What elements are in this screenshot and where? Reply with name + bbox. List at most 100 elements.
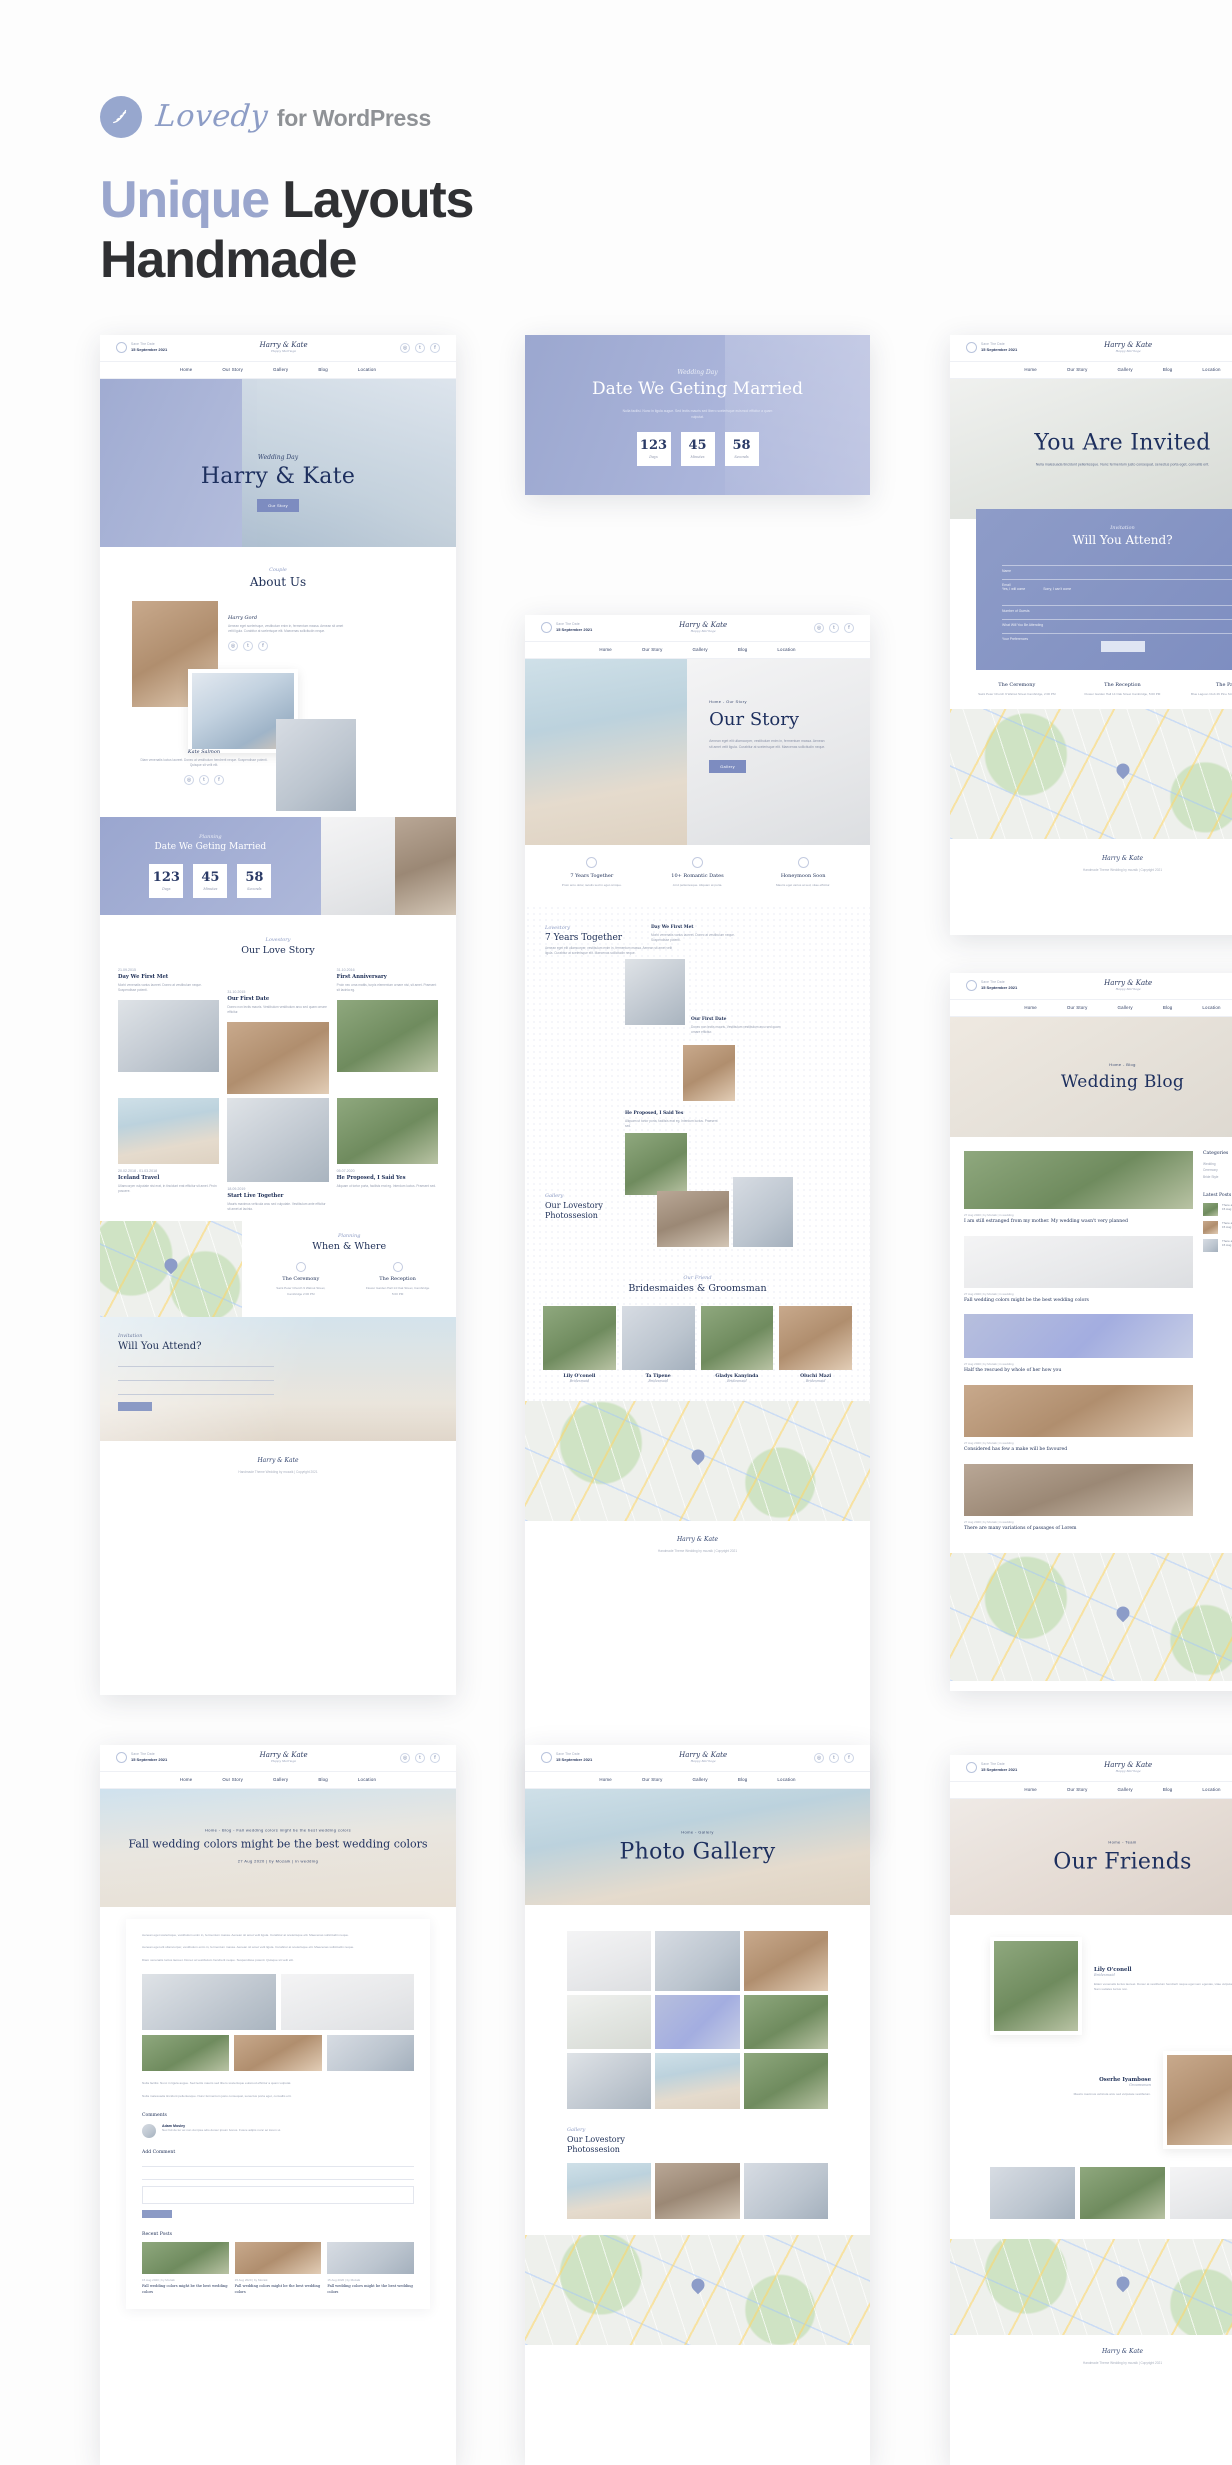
friend-card[interactable]: Oluchi Mazi Bridesmaid bbox=[779, 1305, 852, 1383]
nav-item-blog[interactable]: Blog bbox=[1163, 367, 1173, 372]
mockup-blog-post-page[interactable]: Save The Date 15 September 2021 Harry & … bbox=[100, 1744, 456, 2465]
attend-email-field[interactable] bbox=[118, 1374, 275, 1381]
nav-item-location[interactable]: Location bbox=[1202, 1005, 1220, 1010]
instagram-icon[interactable]: ◎ bbox=[400, 342, 410, 353]
comment-submit-button[interactable] bbox=[142, 2210, 172, 2219]
post-title[interactable]: Fall wedding colors might be the best we… bbox=[964, 1298, 1193, 1305]
location-map[interactable] bbox=[950, 1553, 1232, 1682]
instagram-icon[interactable]: ◎ bbox=[814, 622, 824, 633]
nav-item-our-story[interactable]: Our Story bbox=[642, 1777, 663, 1782]
main-nav[interactable]: Home Our Story Gallery Blog Location bbox=[100, 1770, 456, 1789]
nav-item-home[interactable]: Home bbox=[1024, 1787, 1037, 1792]
nav-item-home[interactable]: Home bbox=[599, 647, 612, 652]
facebook-icon[interactable]: f bbox=[430, 1752, 440, 1763]
recent-title[interactable]: Fall wedding colors might be the best we… bbox=[235, 2284, 322, 2295]
breadcrumb[interactable]: Home - Team bbox=[950, 1839, 1232, 1844]
friend-card[interactable]: Lily O'conell Bridesmaid bbox=[543, 1305, 616, 1383]
nav-item-location[interactable]: Location bbox=[777, 647, 795, 652]
mockup-invitation-page[interactable]: Save The Date 15 September 2021 Harry & … bbox=[950, 334, 1232, 935]
nav-item-location[interactable]: Location bbox=[358, 1777, 376, 1782]
rsvp-events-field[interactable]: What Will You Be Attending bbox=[1002, 613, 1232, 627]
gallery-button[interactable]: Gallery bbox=[709, 759, 746, 773]
nav-item-location[interactable]: Location bbox=[777, 1777, 795, 1782]
friend-card[interactable]: Ta Tipene Bridesmaid bbox=[621, 1305, 695, 1383]
recent-post[interactable]: 15 Aug 2020 | by Mozaik Fall wedding col… bbox=[234, 2242, 322, 2295]
rsvp-name-field[interactable]: Name bbox=[1002, 559, 1232, 573]
comment-email-field[interactable] bbox=[142, 2173, 414, 2181]
nav-item-home[interactable]: Home bbox=[180, 367, 193, 372]
facebook-icon[interactable]: f bbox=[844, 622, 854, 633]
nav-item-our-story[interactable]: Our Story bbox=[642, 647, 663, 652]
nav-item-location[interactable]: Location bbox=[1202, 367, 1220, 372]
main-nav[interactable]: Home Our Story Gallery Blog Location bbox=[525, 1770, 870, 1789]
blog-post[interactable]: 27 Aug 2020 | by Mozaik | in wedding I a… bbox=[964, 1150, 1193, 1226]
instagram-icon[interactable]: ◎ bbox=[814, 1752, 824, 1763]
nav-item-gallery[interactable]: Gallery bbox=[273, 367, 288, 372]
gallery-photo[interactable] bbox=[655, 1994, 740, 2049]
blog-post[interactable]: 27 Aug 2020 | by Mozaik | in wedding Hal… bbox=[964, 1314, 1193, 1375]
nav-item-gallery[interactable]: Gallery bbox=[693, 1777, 708, 1782]
mockup-blog-page[interactable]: Save The Date 15 September 2021 Harry & … bbox=[950, 972, 1232, 1691]
latest-post-item[interactable]: There are many variations of passages15 … bbox=[1203, 1202, 1232, 1216]
facebook-icon[interactable]: f bbox=[844, 1752, 854, 1763]
gallery-photo[interactable] bbox=[743, 1994, 828, 2049]
mockup-our-story-page[interactable]: Save The Date 15 September 2021 Harry & … bbox=[525, 614, 870, 1840]
photosession-photo[interactable] bbox=[567, 2162, 652, 2219]
groom-social[interactable]: ◎ t f bbox=[228, 640, 348, 651]
nav-item-gallery[interactable]: Gallery bbox=[1118, 1787, 1133, 1792]
nav-item-location[interactable]: Location bbox=[1202, 1787, 1220, 1792]
nav-item-blog[interactable]: Blog bbox=[738, 647, 748, 652]
comment-name-field[interactable] bbox=[142, 2160, 414, 2168]
twitter-icon[interactable]: t bbox=[415, 342, 425, 353]
nav-item-home[interactable]: Home bbox=[1024, 1005, 1037, 1010]
location-map[interactable] bbox=[950, 709, 1232, 840]
comment-message-field[interactable] bbox=[142, 2186, 414, 2205]
category-item[interactable]: Bride Style bbox=[1203, 1174, 1232, 1181]
nav-item-gallery[interactable]: Gallery bbox=[693, 647, 708, 652]
nav-item-home[interactable]: Home bbox=[1024, 367, 1037, 372]
post-title[interactable]: There are many variations of passages of… bbox=[964, 1526, 1193, 1533]
instagram-icon[interactable]: ◎ bbox=[400, 1752, 410, 1763]
mockup-countdown-banner[interactable]: Wedding Day Date We Geting Married Nulla… bbox=[525, 334, 870, 495]
instagram-icon[interactable]: ◎ bbox=[184, 774, 194, 785]
rsvp-radio-no[interactable]: Sorry, I can't come bbox=[1043, 587, 1071, 591]
category-item[interactable]: Wedding bbox=[1203, 1161, 1232, 1168]
social-links[interactable]: ◎ t f bbox=[400, 1752, 440, 1763]
facebook-icon[interactable]: f bbox=[214, 774, 224, 785]
twitter-icon[interactable]: t bbox=[829, 622, 839, 633]
nav-item-blog[interactable]: Blog bbox=[318, 367, 328, 372]
post-title[interactable]: I am still estranged from my mother. My … bbox=[964, 1219, 1193, 1226]
social-links[interactable]: ◎ t f bbox=[814, 1752, 854, 1763]
gallery-photo[interactable] bbox=[567, 1930, 652, 1991]
nav-item-our-story[interactable]: Our Story bbox=[222, 1777, 243, 1782]
blog-post[interactable]: 27 Aug 2020 | by Mozaik | in wedding Fal… bbox=[964, 1235, 1193, 1305]
recent-post[interactable]: 15 Aug 2020 | by Mozaik Fall wedding col… bbox=[327, 2242, 414, 2295]
nav-item-home[interactable]: Home bbox=[599, 1777, 612, 1782]
main-nav[interactable]: Home Our Story Gallery Blog Location bbox=[525, 640, 870, 659]
gallery-photo[interactable] bbox=[743, 2052, 828, 2109]
nav-item-blog[interactable]: Blog bbox=[738, 1777, 748, 1782]
venue-map[interactable] bbox=[100, 1221, 243, 1317]
recent-title[interactable]: Fall wedding colors might be the best we… bbox=[327, 2284, 414, 2295]
friend-card[interactable]: Gladys Kanyinda Bridesmaid bbox=[700, 1305, 774, 1383]
rsvp-form[interactable]: Invitation Will You Attend? Name Email Y… bbox=[976, 508, 1232, 670]
nav-item-our-story[interactable]: Our Story bbox=[1067, 1005, 1088, 1010]
blog-post[interactable]: 27 Aug 2020 | by Mozaik | in wedding The… bbox=[964, 1464, 1193, 1533]
attend-submit-button[interactable] bbox=[118, 1402, 152, 1411]
nav-item-home[interactable]: Home bbox=[180, 1777, 193, 1782]
latest-post-item[interactable]: There are many variations of passages15 … bbox=[1203, 1238, 1232, 1252]
facebook-icon[interactable]: f bbox=[258, 640, 268, 651]
gallery-photo[interactable] bbox=[655, 2052, 740, 2109]
rsvp-submit-button[interactable] bbox=[1100, 640, 1145, 652]
attend-name-field[interactable] bbox=[118, 1360, 275, 1367]
category-item[interactable]: Ceremony bbox=[1203, 1167, 1232, 1174]
main-nav[interactable]: Home Our Story Gallery Blog Location bbox=[950, 1780, 1232, 1799]
nav-item-gallery[interactable]: Gallery bbox=[273, 1777, 288, 1782]
post-title[interactable]: Considered has few a make will be favour… bbox=[964, 1447, 1193, 1454]
breadcrumb[interactable]: Home - Blog bbox=[950, 1062, 1232, 1067]
latest-post-item[interactable]: There are many variations of passages15 … bbox=[1203, 1220, 1232, 1234]
location-map[interactable] bbox=[525, 2234, 870, 2345]
location-map[interactable] bbox=[950, 2238, 1232, 2335]
nav-item-blog[interactable]: Blog bbox=[1163, 1005, 1173, 1010]
breadcrumb[interactable]: Home - Gallery bbox=[525, 1829, 870, 1834]
